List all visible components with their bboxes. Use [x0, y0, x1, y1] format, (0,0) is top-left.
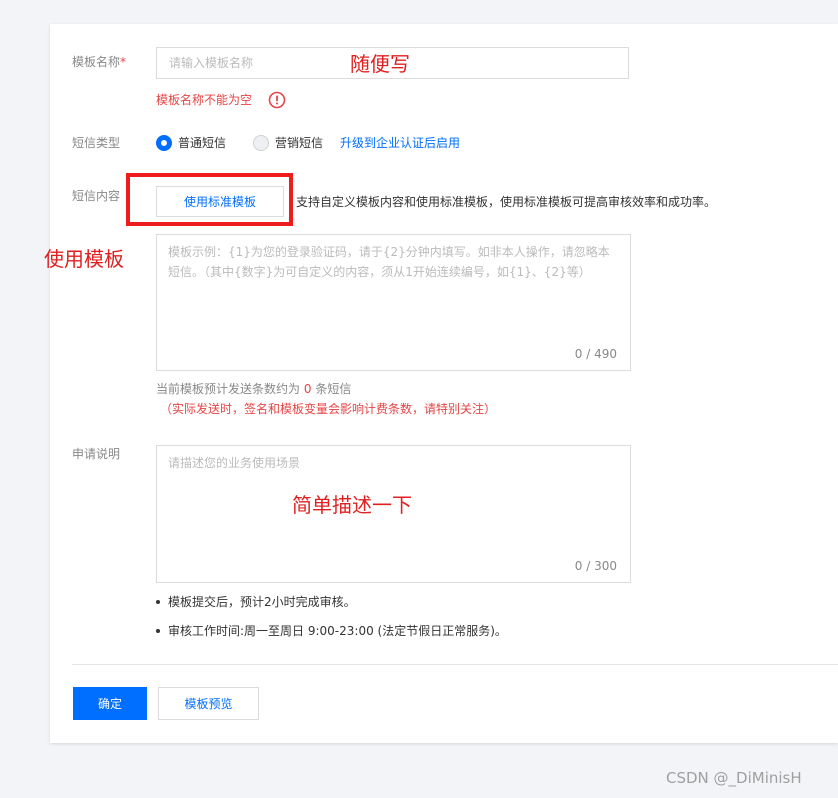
upgrade-link[interactable]: 升级到企业认证后启用: [340, 135, 460, 151]
radio-marketing-sms-label[interactable]: 营销短信: [275, 135, 323, 151]
bullet-icon: [156, 629, 160, 633]
annotation-name: 随便写: [350, 52, 410, 76]
radio-normal-sms[interactable]: [156, 135, 172, 151]
template-preview-button[interactable]: 模板预览: [158, 687, 259, 720]
note-item: 模板提交后，预计2小时完成审核。: [168, 595, 356, 609]
template-name-error: 模板名称不能为空: [156, 93, 253, 107]
confirm-button[interactable]: 确定: [73, 687, 147, 720]
estimate-text: 当前模板预计发送条数约为 0 条短信: [156, 382, 352, 396]
use-standard-template-button[interactable]: 使用标准模板: [156, 186, 284, 217]
watermark: CSDN @_DiMinisH: [666, 769, 802, 787]
template-form-card: 模板名称* 请输入模板名称 随便写 模板名称不能为空 短信类型 普通短信 营销短…: [50, 24, 838, 743]
divider: [72, 664, 838, 665]
bullet-icon: [156, 600, 160, 604]
radio-marketing-sms[interactable]: [253, 135, 269, 151]
content-char-counter: 0 / 490: [574, 347, 617, 361]
apply-desc-placeholder: 请描述您的业务使用场景: [168, 456, 301, 470]
apply-desc-label: 申请说明: [72, 447, 121, 461]
annotation-apply: 简单描述一下: [292, 493, 412, 517]
apply-char-counter: 0 / 300: [574, 559, 617, 573]
sms-content-textarea[interactable]: 模板示例：{1}为您的登录验证码，请于{2}分钟内填写。如非本人操作，请忽略本短…: [156, 234, 631, 371]
estimate-note: （实际发送时，签名和模板变量会影响计费条数，请特别关注）: [160, 402, 497, 416]
radio-normal-sms-label[interactable]: 普通短信: [178, 135, 226, 151]
template-name-label: 模板名称*: [72, 55, 127, 69]
sms-content-placeholder: 模板示例：{1}为您的登录验证码，请于{2}分钟内填写。如非本人操作，请忽略本短…: [168, 245, 610, 279]
content-hint: 支持自定义模板内容和使用标准模板，使用标准模板可提高审核效率和成功率。: [296, 195, 717, 209]
sms-content-label: 短信内容: [72, 189, 121, 203]
error-icon: [268, 91, 286, 109]
note-item: 审核工作时间:周一至周日 9:00-23:00 (法定节假日正常服务)。: [168, 624, 507, 638]
sms-type-label: 短信类型: [72, 136, 121, 150]
annotation-template: 使用模板: [44, 247, 124, 271]
